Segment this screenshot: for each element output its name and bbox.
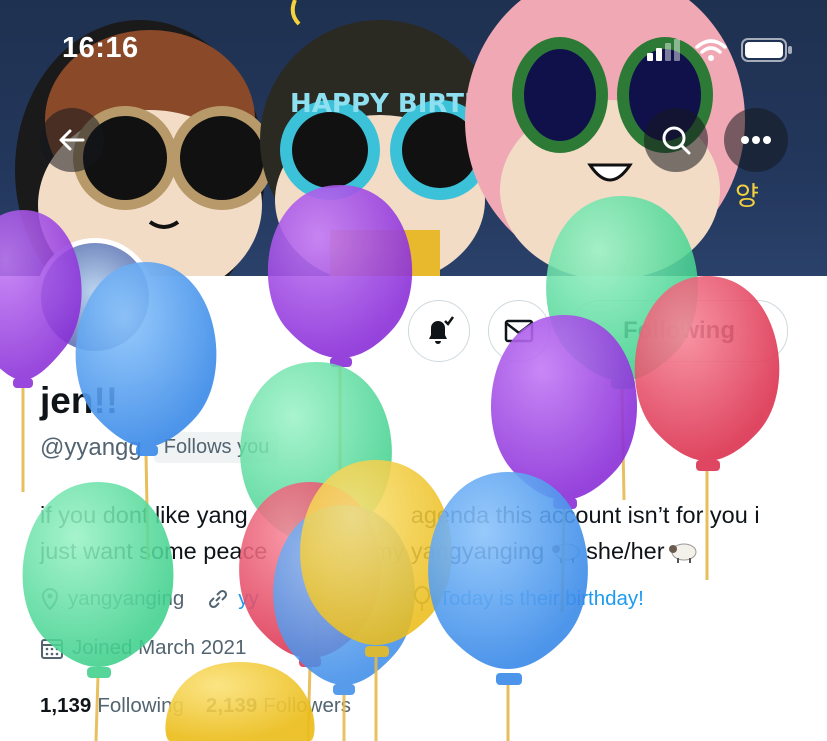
profile-banner: HAPPY BIRTHDAY 양 16:16 — [0, 0, 827, 276]
followers-stat[interactable]: 2,139 Followers — [206, 694, 351, 718]
display-name: jen!! — [40, 380, 119, 421]
banner-korean-text: 양 — [735, 182, 759, 212]
website-link[interactable]: yy — [238, 587, 259, 611]
status-time: 16:16 — [62, 32, 139, 64]
envelope-icon — [504, 319, 534, 343]
follows-you-badge: Follows you — [153, 432, 280, 463]
bio-text-agenda: agenda this account isn’t for you i — [410, 502, 760, 528]
bio-line-1: if you dont like yang agenda this accoun… — [40, 497, 800, 533]
search-button[interactable] — [644, 108, 708, 172]
link-icon — [209, 589, 228, 609]
following-button[interactable]: Following — [570, 300, 788, 362]
profile-avatar[interactable] — [36, 238, 154, 356]
followers-label: Followers — [263, 694, 351, 717]
back-button[interactable] — [40, 108, 104, 172]
signal-icon — [647, 39, 680, 61]
following-stat[interactable]: 1,139 Following — [40, 694, 184, 718]
sheep-emoji-icon — [552, 543, 580, 563]
battery-icon — [741, 38, 792, 62]
bio-pronouns: she/her — [586, 538, 665, 564]
notify-button[interactable] — [408, 300, 470, 362]
follow-counts: 1,139 Following 2,139 Followers — [40, 694, 351, 718]
status-icons — [647, 38, 793, 62]
following-count: 1,139 — [40, 694, 92, 717]
location-pin-icon — [41, 587, 59, 611]
location-item: yangyanging — [40, 587, 184, 611]
profile-meta: yangyanging yy Today is their birthday! — [40, 586, 666, 612]
search-icon — [662, 126, 691, 155]
joined-text: Joined March 2021 — [72, 636, 247, 659]
arrow-left-icon — [59, 129, 85, 151]
birthday-item: Today is their birthday! — [413, 586, 644, 612]
birthday-text: Today is their birthday! — [438, 587, 644, 610]
balloon-icon — [413, 586, 430, 611]
user-handle: @yyangg — [40, 433, 142, 461]
more-icon — [741, 136, 771, 144]
followers-count: 2,139 — [205, 694, 258, 717]
more-button[interactable] — [724, 108, 788, 172]
bio-text-1: if you dont like yang — [40, 502, 248, 528]
bio-text-and: and my yangyanging — [327, 538, 545, 564]
joined-row: Joined March 2021 — [40, 636, 246, 660]
following-label: Following — [97, 694, 184, 717]
website-item[interactable]: yy — [206, 587, 259, 611]
bio-line-2: just want some peace and my yangyanging … — [40, 533, 800, 569]
wifi-icon — [695, 39, 727, 61]
sheep-emoji-icon — [668, 543, 697, 563]
bell-check-icon — [429, 316, 455, 344]
handle-row: @yyangg Follows you — [40, 432, 280, 463]
bio-text-2: just want some peace — [40, 538, 268, 564]
profile-bio: if you dont like yang agenda this accoun… — [40, 497, 800, 569]
location-text: yangyanging — [68, 587, 185, 610]
avatar-image — [41, 243, 149, 351]
calendar-icon — [41, 639, 63, 659]
message-button[interactable] — [488, 300, 550, 362]
